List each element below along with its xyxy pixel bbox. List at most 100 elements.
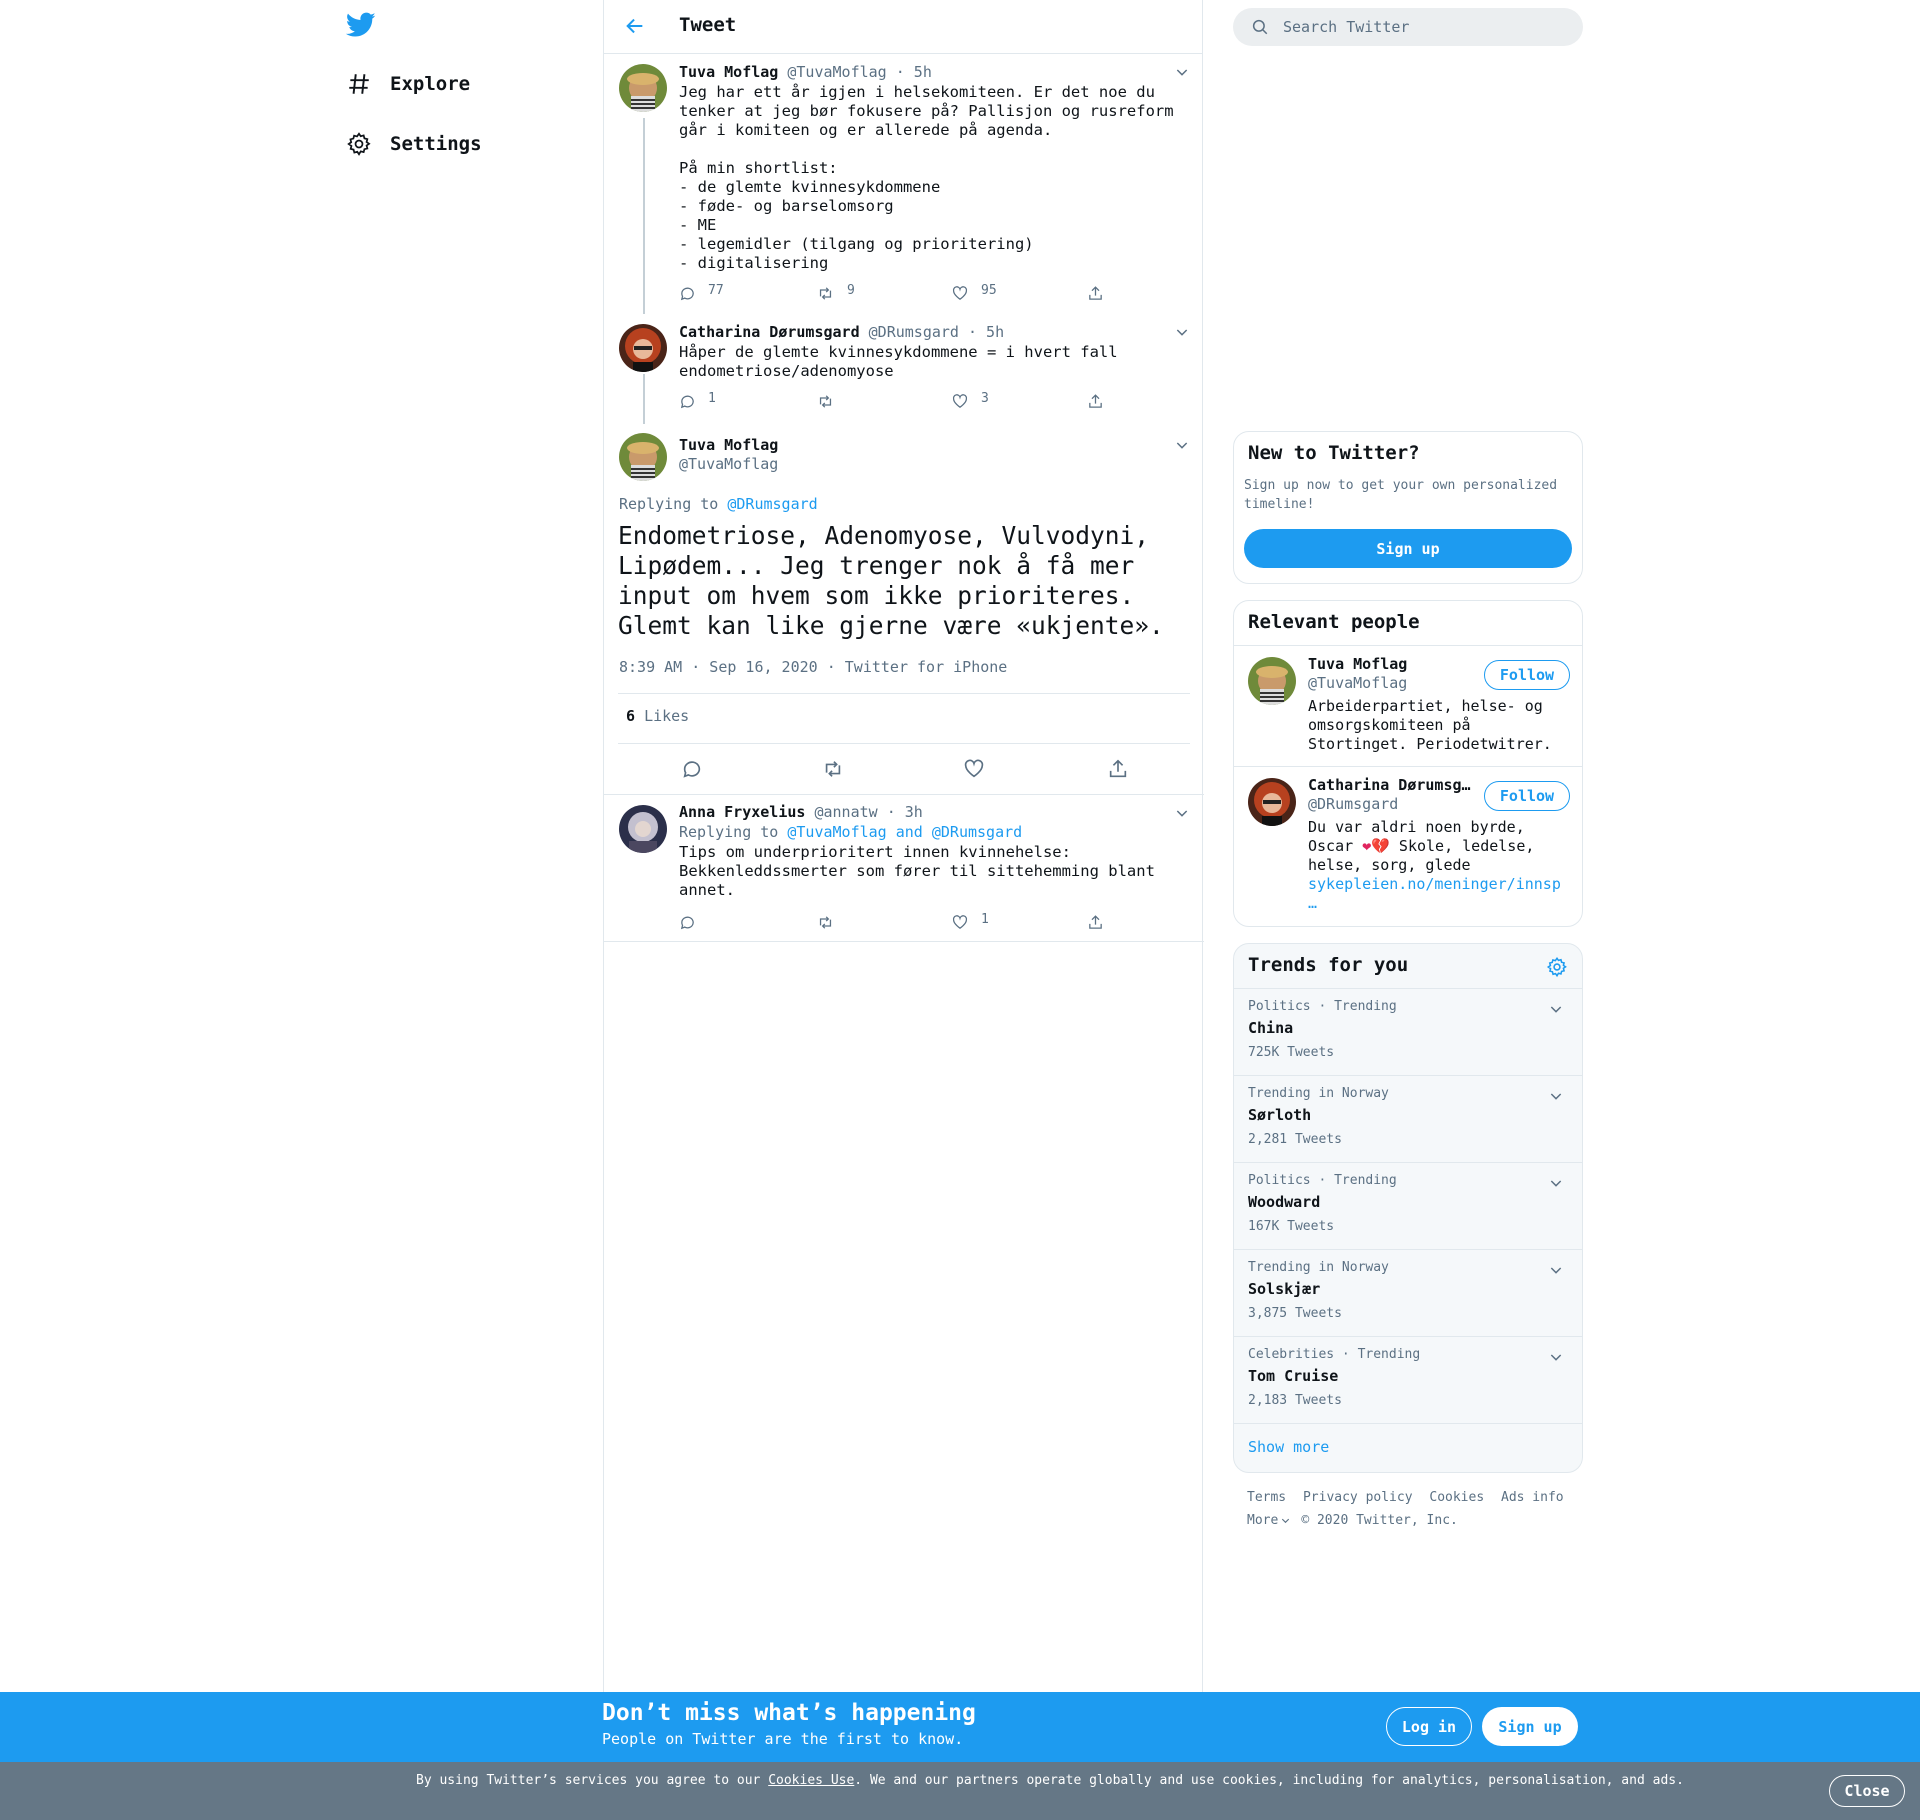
avatar[interactable]	[619, 64, 667, 112]
heart-icon	[964, 759, 984, 778]
trends-settings-gear-icon[interactable]	[1546, 956, 1568, 978]
reply-button[interactable]	[679, 914, 708, 931]
avatar[interactable]	[619, 433, 667, 481]
person-name[interactable]: Catharina Dørumsgard	[1308, 776, 1473, 794]
twitter-logo-icon[interactable]	[346, 12, 376, 38]
nav-explore[interactable]: Explore	[346, 64, 470, 104]
show-more-link[interactable]: Show more	[1248, 1438, 1329, 1456]
footer-ads[interactable]: Ads info	[1501, 1490, 1564, 1505]
trend-name: China	[1248, 1019, 1294, 1037]
login-button[interactable]: Log in	[1386, 1707, 1472, 1746]
trend-item[interactable]: Celebrities · Trending Tom Cruise 2,183 …	[1234, 1336, 1582, 1423]
replying-to-link[interactable]: @DRumsgard	[727, 495, 817, 513]
cookie-text-before: By using Twitter’s services you agree to…	[416, 1773, 769, 1788]
thread-tweet-1[interactable]: Tuva Moflag @TuvaMoflag · 5h Jeg har ett…	[604, 54, 1204, 314]
chevron-down-icon[interactable]	[1174, 805, 1190, 821]
person-card[interactable]: Catharina Dørumsgard @DRumsgard Follow D…	[1234, 766, 1582, 926]
reply-button[interactable]	[681, 758, 703, 780]
retweet-button[interactable]	[821, 758, 845, 780]
retweet-button[interactable]	[816, 393, 847, 410]
trends-card: Trends for you Politics · Trending China…	[1233, 943, 1583, 1473]
banner-signup-button[interactable]: Sign up	[1482, 1707, 1578, 1746]
author-name[interactable]: Anna Fryxelius	[679, 803, 805, 821]
person-card[interactable]: Tuva Moflag @TuvaMoflag Follow Arbeiderp…	[1234, 645, 1582, 766]
tweet-time[interactable]: · 5h	[896, 63, 932, 81]
person-handle[interactable]: @TuvaMoflag	[1308, 674, 1407, 692]
tweet-meta: 8:39 AM · Sep 16, 2020 · Twitter for iPh…	[619, 658, 1007, 676]
footer-more-label: More	[1247, 1513, 1279, 1528]
share-icon	[1089, 915, 1102, 929]
chevron-down-icon[interactable]	[1548, 1349, 1564, 1365]
share-button[interactable]	[1087, 285, 1104, 302]
tweet-time[interactable]: · 3h	[887, 803, 923, 821]
person-handle[interactable]: @DRumsgard	[1308, 795, 1398, 813]
reply-tweet[interactable]: Anna Fryxelius @annatw · 3h Replying to …	[604, 794, 1204, 942]
author-name[interactable]: Tuva Moflag	[679, 63, 778, 81]
like-button[interactable]: 3	[951, 391, 989, 410]
tweet-datetime[interactable]: 8:39 AM · Sep 16, 2020	[619, 658, 818, 676]
chevron-down-icon[interactable]	[1174, 324, 1190, 340]
nav-settings[interactable]: Settings	[346, 124, 482, 164]
author-handle[interactable]: @DRumsgard	[869, 323, 959, 341]
page-header: Tweet	[604, 0, 1202, 54]
retweet-button[interactable]: 9	[816, 283, 855, 302]
footer-privacy[interactable]: Privacy policy	[1303, 1490, 1413, 1505]
reply-button[interactable]: 1	[679, 391, 716, 410]
author-handle[interactable]: @TuvaMoflag	[787, 63, 886, 81]
author-handle[interactable]: @TuvaMoflag	[679, 455, 778, 473]
footer-more[interactable]: More	[1247, 1513, 1291, 1528]
thread-tweet-2[interactable]: Catharina Dørumsgard @DRumsgard · 5h Håp…	[604, 314, 1204, 424]
like-button[interactable]: 95	[951, 283, 997, 302]
avatar[interactable]	[619, 805, 667, 853]
avatar[interactable]	[1248, 657, 1296, 705]
chevron-down-icon[interactable]	[1174, 437, 1190, 453]
avatar[interactable]	[1248, 778, 1296, 826]
chevron-down-icon[interactable]	[1548, 1262, 1564, 1278]
trend-item[interactable]: Trending in Norway Sørloth 2,281 Tweets	[1234, 1075, 1582, 1162]
share-icon	[1089, 394, 1102, 408]
bio-link[interactable]: sykepleien.no/meninger/innsp	[1308, 875, 1561, 893]
cookies-use-link[interactable]: Cookies Use	[768, 1773, 854, 1788]
replying-to: Replying to @TuvaMoflag and @DRumsgard	[679, 823, 1022, 841]
author-name[interactable]: Catharina Dørumsgard	[679, 323, 860, 341]
author-name[interactable]: Tuva Moflag	[679, 436, 778, 454]
cookie-close-button[interactable]: Close	[1829, 1775, 1905, 1807]
share-button[interactable]	[1087, 393, 1104, 410]
share-button[interactable]	[1107, 758, 1129, 780]
follow-button[interactable]: Follow	[1484, 781, 1570, 811]
chevron-down-icon[interactable]	[1548, 1001, 1564, 1017]
chevron-down-icon[interactable]	[1174, 64, 1190, 80]
signup-button[interactable]: Sign up	[1244, 529, 1572, 568]
signup-card-text: Sign up now to get your own personalized…	[1244, 478, 1558, 512]
search-box[interactable]	[1233, 8, 1583, 46]
trend-item[interactable]: Politics · Trending China 725K Tweets	[1234, 988, 1582, 1075]
like-button[interactable]	[963, 758, 985, 780]
chevron-down-icon[interactable]	[1548, 1175, 1564, 1191]
tweet-source[interactable]: · Twitter for iPhone	[827, 658, 1008, 676]
trend-item[interactable]: Politics · Trending Woodward 167K Tweets	[1234, 1162, 1582, 1249]
search-input[interactable]	[1283, 18, 1563, 36]
footer-cookies[interactable]: Cookies	[1429, 1490, 1484, 1505]
replying-to-link[interactable]: @DRumsgard	[932, 823, 1022, 841]
trend-item[interactable]: Trending in Norway Solskjær 3,875 Tweets	[1234, 1249, 1582, 1336]
retweet-button[interactable]	[816, 914, 847, 931]
tweet-time[interactable]: · 5h	[968, 323, 1004, 341]
author-handle[interactable]: @annatw	[814, 803, 877, 821]
trend-name: Solskjær	[1248, 1280, 1321, 1298]
back-arrow-icon[interactable]	[624, 15, 646, 37]
footer-terms[interactable]: Terms	[1247, 1490, 1286, 1505]
reply-button[interactable]: 77	[679, 283, 724, 302]
avatar[interactable]	[619, 324, 667, 372]
chevron-down-icon	[1282, 1518, 1290, 1524]
person-name[interactable]: Tuva Moflag	[1308, 655, 1473, 673]
thread-line	[643, 118, 645, 314]
likes-count: 6	[626, 707, 636, 725]
share-button[interactable]	[1087, 914, 1104, 931]
like-button[interactable]: 1	[951, 912, 989, 931]
chevron-down-icon[interactable]	[1548, 1088, 1564, 1104]
heart-icon	[952, 286, 968, 300]
replying-to-link[interactable]: @TuvaMoflag	[787, 823, 886, 841]
likes-stat[interactable]: 6 Likes	[626, 707, 689, 725]
share-icon	[1109, 759, 1127, 778]
follow-button[interactable]: Follow	[1484, 660, 1570, 690]
